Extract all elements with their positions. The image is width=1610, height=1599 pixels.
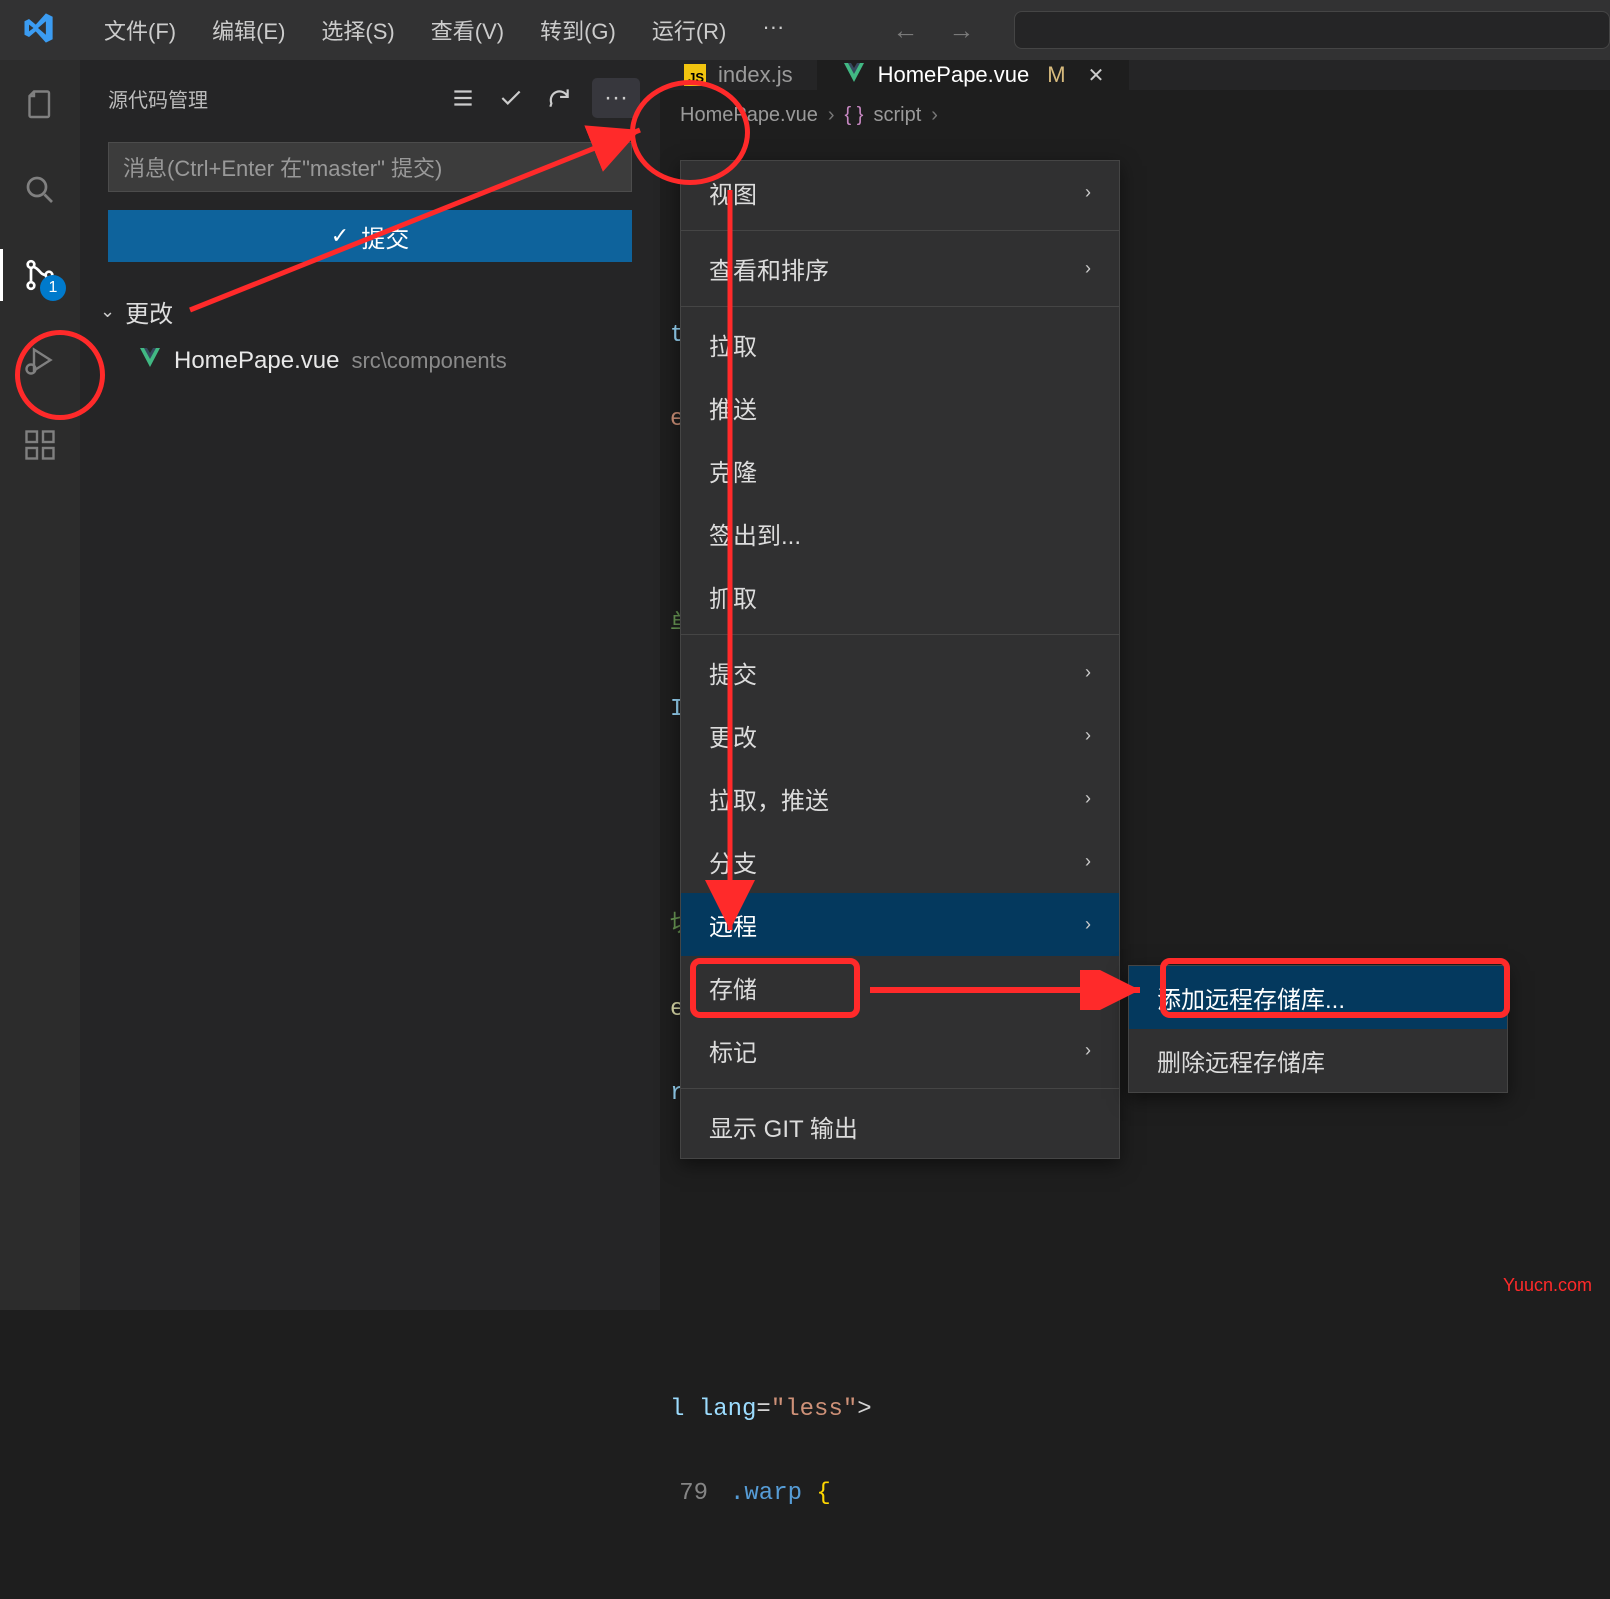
activity-bar: 1 [0, 60, 80, 1310]
menu-file[interactable]: 文件(F) [86, 8, 194, 52]
ctx-view[interactable]: 视图› [681, 161, 1119, 224]
braces-icon: { } [845, 104, 864, 127]
refresh-icon[interactable] [544, 83, 574, 113]
check-icon: ✓ [331, 223, 349, 249]
chevron-right-icon: › [828, 104, 835, 127]
breadcrumb-file: HomePape.vue [680, 104, 818, 127]
scm-sidebar: 源代码管理 ··· 消息(Ctrl+Enter 在"master" 提交) ✓ … [80, 60, 660, 1310]
submenu-remove-remote[interactable]: 删除远程存储库 [1129, 1029, 1507, 1092]
separator [681, 1088, 1119, 1089]
ctx-remote[interactable]: 远程› [681, 893, 1119, 956]
title-bar: 文件(F) 编辑(E) 选择(S) 查看(V) 转到(G) 运行(R) ··· … [0, 0, 1610, 60]
change-file-path: src\components [351, 348, 506, 374]
changes-header[interactable]: ⌄ 更改 [100, 288, 660, 335]
menu-select[interactable]: 选择(S) [303, 8, 412, 52]
run-debug-icon[interactable] [20, 340, 60, 380]
ctx-show-git[interactable]: 显示 GIT 输出 [681, 1095, 1119, 1158]
menu-overflow-icon[interactable]: ··· [744, 8, 802, 52]
ctx-pullpush[interactable]: 拉取，推送› [681, 767, 1119, 830]
source-control-icon[interactable]: 1 [20, 255, 60, 295]
scm-title: 源代码管理 [108, 84, 448, 113]
remote-submenu: 添加远程存储库... 删除远程存储库 [1128, 965, 1508, 1093]
submenu-add-remote[interactable]: 添加远程存储库... [1129, 966, 1507, 1029]
separator [681, 306, 1119, 307]
menu-bar: 文件(F) 编辑(E) 选择(S) 查看(V) 转到(G) 运行(R) ··· [86, 8, 802, 52]
nav-forward-icon[interactable]: → [948, 15, 974, 46]
change-file-name: HomePape.vue [174, 347, 339, 375]
commit-check-icon[interactable] [496, 83, 526, 113]
ctx-push[interactable]: 推送 [681, 376, 1119, 439]
ctx-tag[interactable]: 标记› [681, 1019, 1119, 1082]
tab-indexjs[interactable]: JS index.js [660, 60, 818, 90]
ctx-fetch[interactable]: 抓取 [681, 565, 1119, 628]
ctx-clone[interactable]: 克隆 [681, 439, 1119, 502]
vue-file-icon [138, 345, 162, 376]
separator [681, 230, 1119, 231]
ctx-checkout[interactable]: 签出到... [681, 502, 1119, 565]
tab-homepape[interactable]: HomePape.vue M ✕ [818, 60, 1130, 90]
ctx-pull[interactable]: 拉取 [681, 313, 1119, 376]
modified-badge: M [1047, 62, 1065, 88]
changes-label: 更改 [125, 294, 173, 329]
command-center[interactable] [1014, 11, 1610, 49]
ctx-sort[interactable]: 查看和排序› [681, 237, 1119, 300]
commit-button-label: 提交 [361, 219, 409, 254]
chevron-right-icon: › [931, 104, 938, 127]
tab-label: index.js [718, 62, 793, 88]
commit-message-placeholder: 消息(Ctrl+Enter 在"master" 提交) [123, 151, 442, 183]
menu-run[interactable]: 运行(R) [634, 8, 745, 52]
commit-button[interactable]: ✓ 提交 [108, 210, 632, 262]
tab-label: HomePape.vue [878, 62, 1030, 88]
nav-back-icon[interactable]: ← [892, 15, 918, 46]
view-as-tree-icon[interactable] [448, 83, 478, 113]
search-icon[interactable] [20, 170, 60, 210]
separator [681, 634, 1119, 635]
scm-header: 源代码管理 ··· [80, 60, 660, 132]
ctx-branch[interactable]: 分支› [681, 830, 1119, 893]
menu-view[interactable]: 查看(V) [413, 8, 522, 52]
breadcrumb-section: script [873, 104, 921, 127]
scm-context-menu: 视图› 查看和排序› 拉取 推送 克隆 签出到... 抓取 提交› 更改› 拉取… [680, 160, 1120, 1159]
chevron-down-icon: ⌄ [100, 301, 115, 322]
watermark: Yuucn.com [1503, 1275, 1592, 1296]
ctx-stash[interactable]: 存储› [681, 956, 1119, 1019]
breadcrumb[interactable]: HomePape.vue › { } script › [660, 90, 1610, 141]
editor-tabs: JS index.js HomePape.vue M ✕ [660, 60, 1610, 90]
nav-arrows: ← → [892, 15, 974, 46]
scm-more-actions-button[interactable]: ··· [592, 78, 640, 118]
scm-actions: ··· [448, 78, 640, 118]
menu-goto[interactable]: 转到(G) [522, 8, 634, 52]
menu-edit[interactable]: 编辑(E) [194, 8, 303, 52]
change-item[interactable]: HomePape.vue src\components [100, 335, 660, 376]
ctx-changes[interactable]: 更改› [681, 704, 1119, 767]
commit-message-input[interactable]: 消息(Ctrl+Enter 在"master" 提交) [108, 142, 632, 192]
ctx-commit[interactable]: 提交› [681, 641, 1119, 704]
changes-section: ⌄ 更改 HomePape.vue src\components [80, 288, 660, 376]
extensions-icon[interactable] [20, 425, 60, 465]
js-file-icon: JS [684, 64, 706, 86]
explorer-icon[interactable] [20, 85, 60, 125]
scm-badge: 1 [40, 275, 66, 301]
vscode-logo-icon [20, 10, 56, 51]
vue-file-icon [842, 60, 866, 90]
close-icon[interactable]: ✕ [1088, 63, 1105, 88]
